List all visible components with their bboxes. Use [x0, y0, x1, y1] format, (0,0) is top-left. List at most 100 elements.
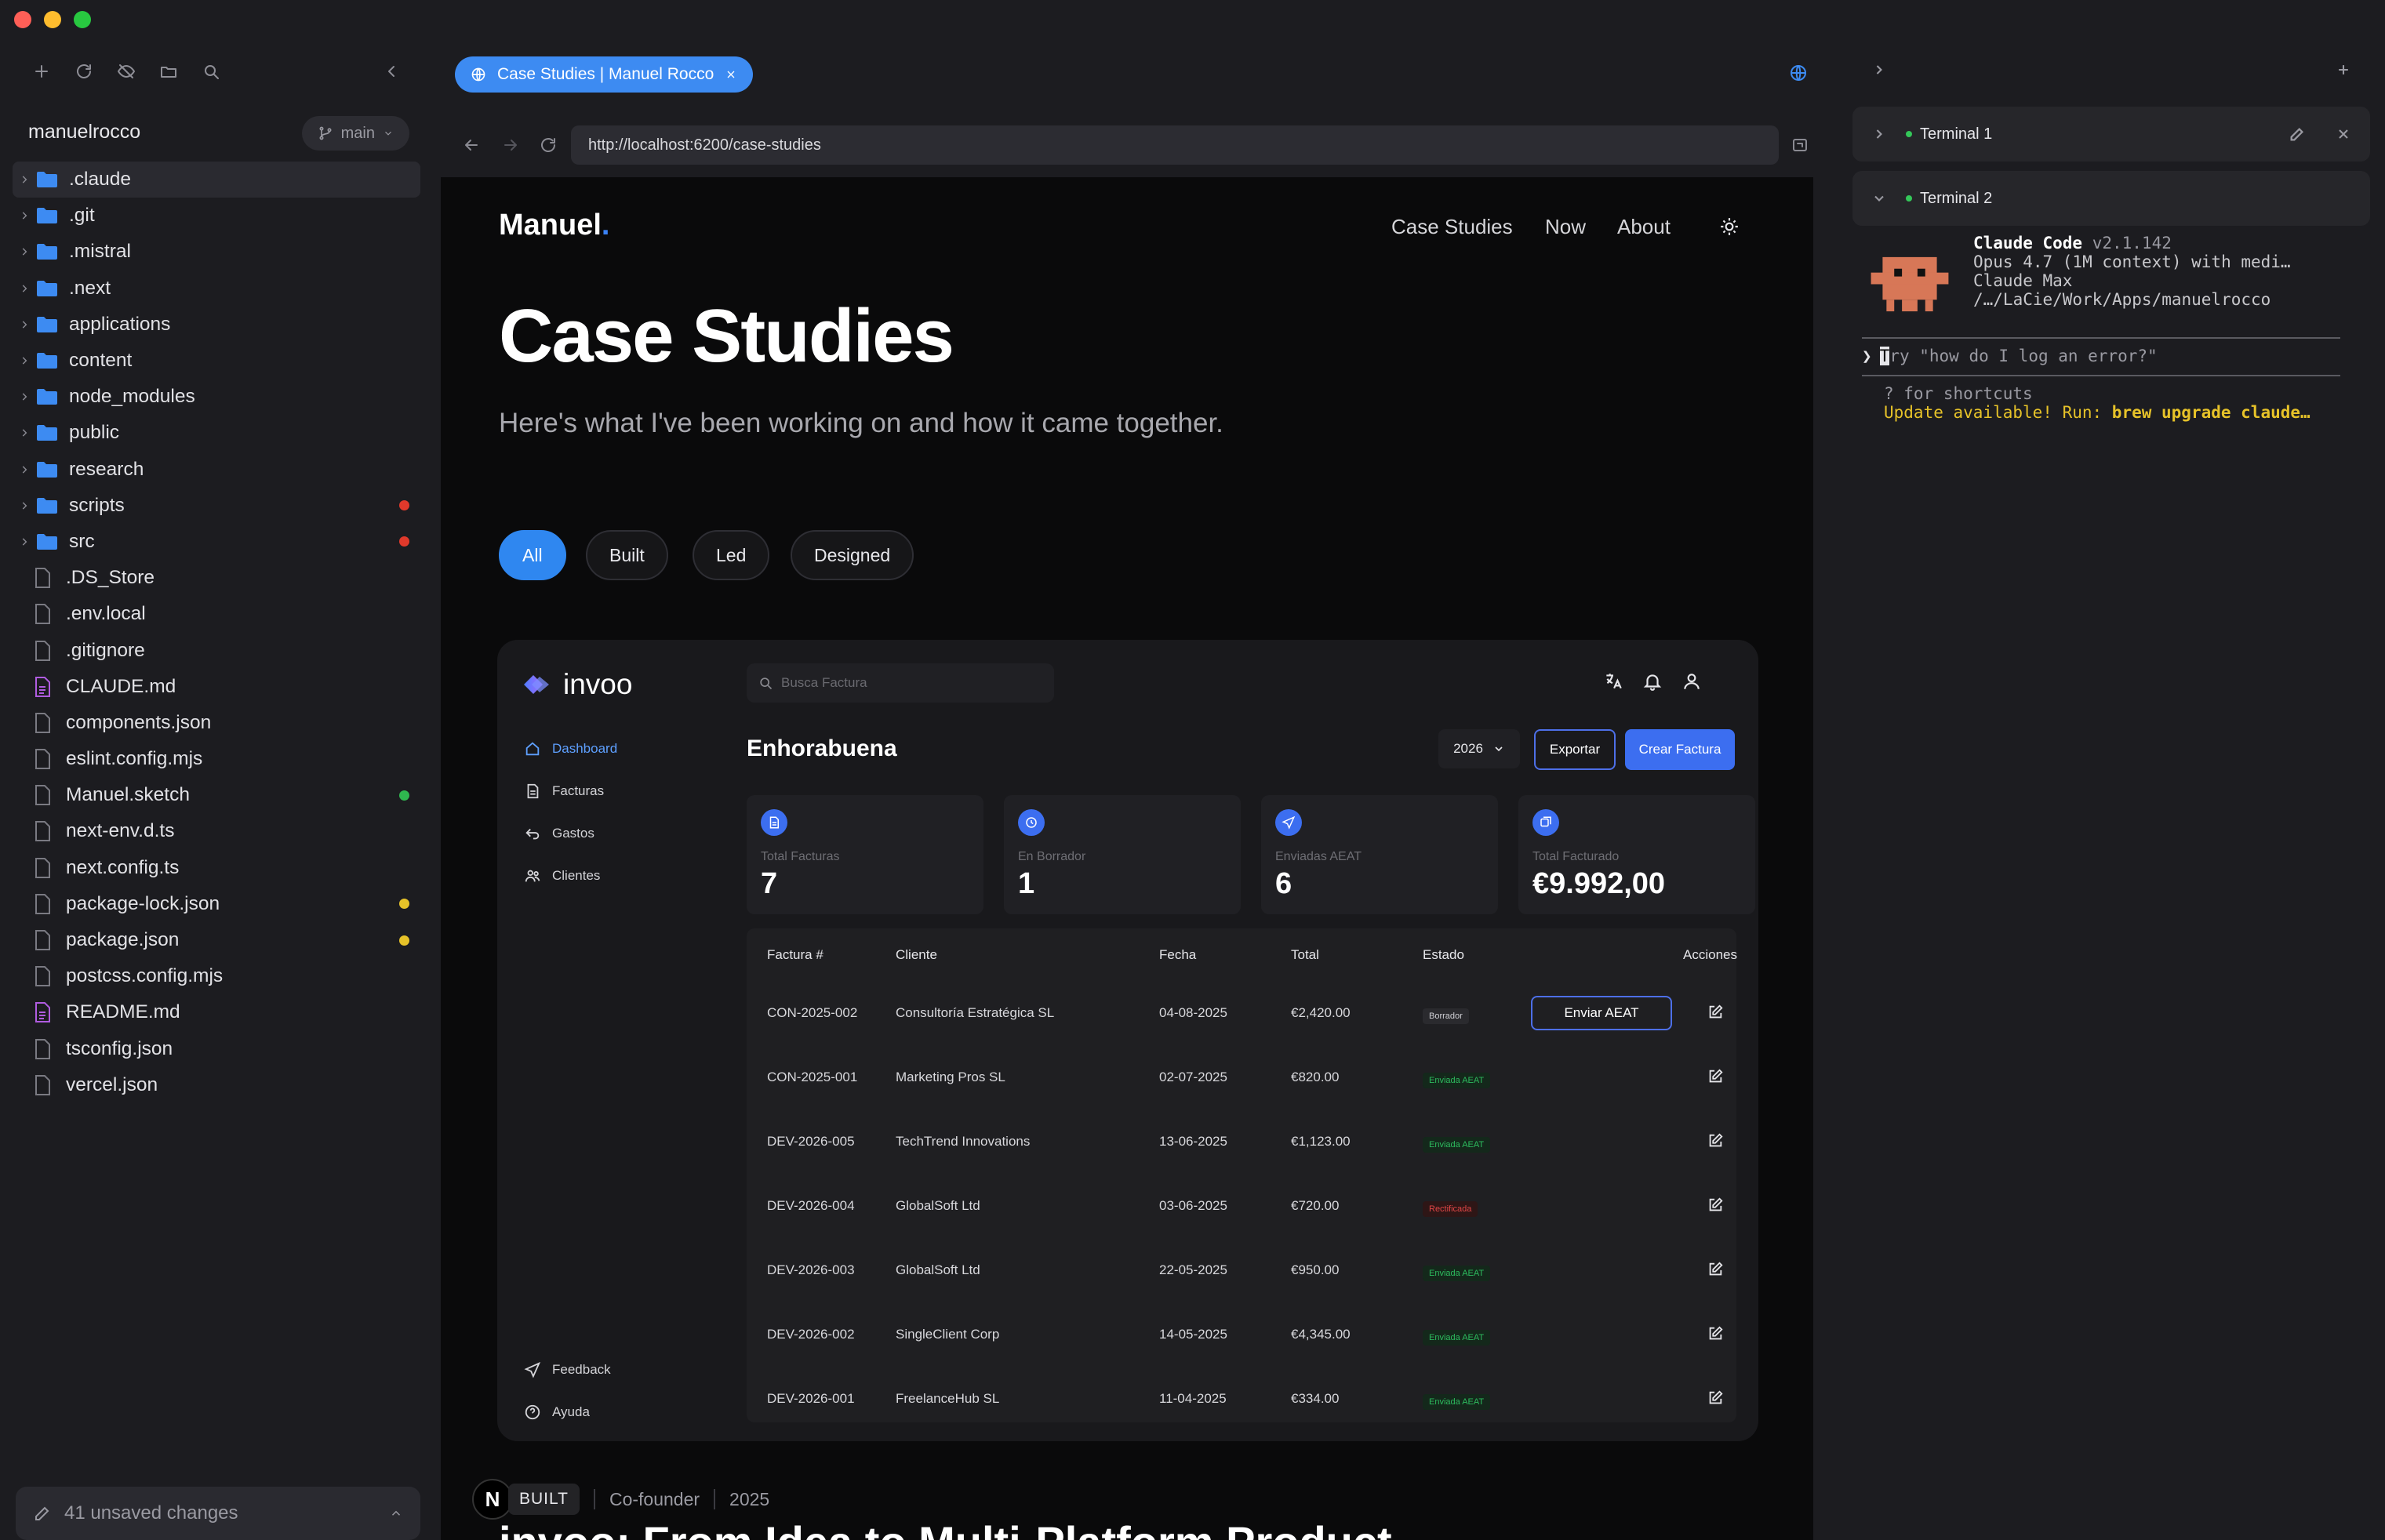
rename-pencil-icon[interactable]	[2289, 125, 2306, 143]
export-button[interactable]: Exportar	[1534, 729, 1616, 770]
reload-icon[interactable]	[535, 132, 562, 158]
site-logo[interactable]: Manuel.	[499, 209, 609, 242]
file-tree-item[interactable]: postcss.config.mjs	[13, 958, 420, 994]
file-tree-item[interactable]: .git	[13, 198, 420, 234]
collapse-sidebar-icon[interactable]	[378, 58, 405, 85]
zoom-window-button[interactable]	[74, 11, 91, 28]
chevron-right-icon[interactable]	[13, 536, 36, 547]
file-tree-item[interactable]: package-lock.json	[13, 886, 420, 922]
file-tree-item[interactable]: eslint.config.mjs	[13, 741, 420, 777]
table-row[interactable]: DEV-2026-003 GlobalSoft Ltd 22-05-2025 €950…	[747, 1239, 1736, 1302]
add-icon[interactable]	[28, 58, 55, 85]
file-tree-item[interactable]: public	[13, 415, 420, 451]
chevron-down-icon[interactable]	[1871, 191, 1887, 206]
file-tree-item[interactable]: src	[13, 524, 420, 560]
nav-about[interactable]: About	[1617, 215, 1671, 239]
chevron-right-icon[interactable]	[13, 246, 36, 257]
table-row[interactable]: DEV-2026-004 GlobalSoft Ltd 03-06-2025 €720…	[747, 1175, 1736, 1237]
terminal-prompt-input[interactable]: ❯ T ry "how do I log an error?"	[1862, 347, 2158, 365]
filter-built[interactable]: Built	[586, 530, 668, 580]
close-tab-icon[interactable]	[725, 68, 737, 81]
nav-now[interactable]: Now	[1545, 215, 1586, 239]
url-bar[interactable]: http://localhost:6200/case-studies	[571, 125, 1779, 165]
file-tree-item[interactable]: Manuel.sketch	[13, 777, 420, 813]
hide-icon[interactable]	[113, 58, 140, 85]
invoo-nav-feedback[interactable]: Feedback	[524, 1361, 611, 1378]
year-select[interactable]: 2026	[1438, 729, 1520, 768]
file-tree-item[interactable]: components.json	[13, 705, 420, 741]
edit-icon[interactable]	[1707, 1389, 1724, 1407]
globe-icon[interactable]	[1785, 60, 1812, 86]
add-terminal-icon[interactable]	[2336, 62, 2351, 78]
refresh-icon[interactable]	[71, 58, 97, 85]
file-tree-item[interactable]: CLAUDE.md	[13, 669, 420, 705]
edit-icon[interactable]	[1707, 1132, 1724, 1150]
open-folder-icon[interactable]	[155, 58, 182, 85]
table-row[interactable]: DEV-2026-005 TechTrend Innovations 13-06-2…	[747, 1110, 1736, 1173]
terminal-tab-2[interactable]: Terminal 2	[1852, 171, 2370, 226]
invoo-nav-dashboard[interactable]: Dashboard	[524, 740, 617, 757]
file-tree-item[interactable]: .gitignore	[13, 632, 420, 668]
table-row[interactable]: CON-2025-001 Marketing Pros SL 02-07-2025 €…	[747, 1046, 1736, 1109]
file-tree-item[interactable]: next.config.ts	[13, 850, 420, 886]
sidebar-toggle-icon[interactable]	[1787, 132, 1813, 158]
file-tree-item[interactable]: research	[13, 452, 420, 488]
chevron-right-icon[interactable]	[1871, 126, 1887, 142]
chevron-right-icon[interactable]	[13, 391, 36, 402]
minimize-window-button[interactable]	[44, 11, 61, 28]
file-tree-item[interactable]: node_modules	[13, 379, 420, 415]
back-icon[interactable]	[458, 132, 485, 158]
file-tree-item[interactable]: .next	[13, 271, 420, 307]
chevron-up-icon[interactable]	[389, 1506, 403, 1520]
edit-icon[interactable]	[1707, 1325, 1724, 1342]
bell-icon[interactable]	[1642, 671, 1663, 692]
chevron-right-icon[interactable]	[13, 500, 36, 511]
terminal-tab-1[interactable]: Terminal 1	[1852, 107, 2370, 162]
send-aeat-button[interactable]: Enviar AEAT	[1531, 996, 1672, 1030]
file-tree-item[interactable]: content	[13, 343, 420, 379]
table-row[interactable]: DEV-2026-001 FreelanceHub SL 11-04-2025 €33…	[747, 1367, 1736, 1430]
chevron-right-icon[interactable]	[13, 174, 36, 185]
file-tree-item[interactable]: scripts	[13, 488, 420, 524]
create-invoice-button[interactable]: Crear Factura	[1625, 729, 1735, 770]
table-row[interactable]: DEV-2026-002 SingleClient Corp 14-05-2025 €…	[747, 1303, 1736, 1366]
file-tree-item[interactable]: .claude	[13, 162, 420, 198]
file-tree-item[interactable]: .mistral	[13, 234, 420, 270]
file-tree-item[interactable]: package.json	[13, 922, 420, 958]
edit-icon[interactable]	[1707, 1068, 1724, 1085]
edit-icon[interactable]	[1707, 1197, 1724, 1214]
filter-led[interactable]: Led	[693, 530, 770, 580]
invoo-nav-ayuda[interactable]: Ayuda	[524, 1404, 590, 1421]
browser-tab[interactable]: Case Studies | Manuel Rocco	[455, 56, 754, 93]
table-row[interactable]: CON-2025-002 Consultoría Estratégica SL 04…	[747, 982, 1736, 1044]
invoo-nav-clientes[interactable]: Clientes	[524, 867, 600, 884]
invoo-nav-gastos[interactable]: Gastos	[524, 825, 594, 842]
theme-toggle-sun-icon[interactable]	[1719, 216, 1740, 237]
user-icon[interactable]	[1681, 671, 1702, 692]
file-tree-item[interactable]: README.md	[13, 994, 420, 1030]
filter-all[interactable]: All	[499, 530, 566, 580]
edit-icon[interactable]	[1707, 1261, 1724, 1278]
search-icon[interactable]	[198, 58, 224, 85]
case-study-preview-card[interactable]: invoo Dashboard Facturas Gastos Clientes…	[497, 640, 1758, 1441]
file-tree-item[interactable]: .env.local	[13, 596, 420, 632]
translate-icon[interactable]	[1603, 671, 1623, 692]
unsaved-changes-bar[interactable]: 41 unsaved changes	[16, 1487, 420, 1540]
invoo-nav-facturas[interactable]: Facturas	[524, 783, 604, 800]
close-icon[interactable]	[2336, 126, 2351, 142]
chevron-right-icon[interactable]	[13, 319, 36, 330]
file-tree-item[interactable]: vercel.json	[13, 1067, 420, 1103]
file-tree-item[interactable]: tsconfig.json	[13, 1031, 420, 1067]
nav-case-studies[interactable]: Case Studies	[1391, 215, 1513, 239]
chevron-right-icon[interactable]	[13, 283, 36, 294]
branch-selector[interactable]: main	[301, 116, 409, 151]
file-tree-item[interactable]: next-env.d.ts	[13, 813, 420, 849]
chevron-right-icon[interactable]	[1871, 62, 1887, 78]
close-window-button[interactable]	[14, 11, 31, 28]
chevron-right-icon[interactable]	[13, 464, 36, 475]
chevron-right-icon[interactable]	[13, 210, 36, 221]
invoo-search-input[interactable]: Busca Factura	[747, 663, 1054, 703]
filter-designed[interactable]: Designed	[791, 530, 914, 580]
chevron-right-icon[interactable]	[13, 355, 36, 366]
file-tree-item[interactable]: applications	[13, 307, 420, 343]
